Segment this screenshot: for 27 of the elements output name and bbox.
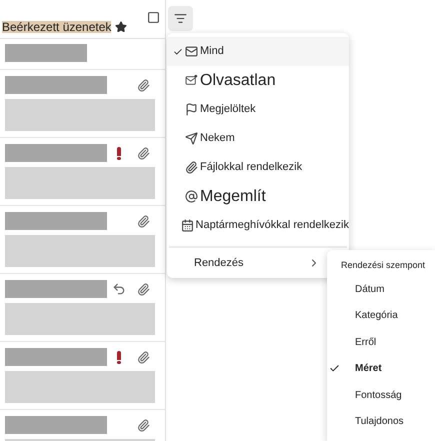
sort-option[interactable]: Méret xyxy=(313,356,435,382)
filter-menu-item[interactable]: Mind xyxy=(167,37,349,66)
filter-menu-item[interactable]: Nekem xyxy=(167,124,349,153)
calendar-icon xyxy=(180,219,194,232)
filter-menu-item[interactable]: Fájlokkal rendelkezik xyxy=(167,153,349,182)
folder-title: Beérkezett üzenetek xyxy=(2,21,112,33)
filter-menu-item[interactable]: Megjelöltek xyxy=(167,95,349,124)
sort-option[interactable]: Tulajdonos xyxy=(313,408,435,435)
at-sign-icon xyxy=(185,190,198,203)
sort-option[interactable]: Fontosság xyxy=(313,382,435,408)
sort-menu-heading: Rendezési szempont xyxy=(340,259,426,271)
check-icon xyxy=(173,46,183,56)
paperclip-icon xyxy=(185,161,198,174)
select-icon[interactable] xyxy=(147,11,160,24)
envelope-icon xyxy=(185,45,198,58)
sort-option[interactable]: Dátum xyxy=(313,276,435,302)
filter-icon xyxy=(174,12,187,25)
filter-button[interactable] xyxy=(168,6,193,31)
flag-icon xyxy=(185,103,198,116)
filter-menu-item[interactable]: Megemlít xyxy=(167,182,349,211)
star-icon[interactable] xyxy=(115,21,128,33)
filter-menu-item[interactable]: Naptármeghívókkal rendelkezik xyxy=(167,211,349,240)
send-icon xyxy=(185,132,198,145)
sort-menu-item[interactable]: Rendezés xyxy=(167,248,330,278)
sort-option[interactable]: Kategória xyxy=(313,302,435,329)
sort-option[interactable]: Erről xyxy=(313,329,435,356)
filter-menu-item[interactable]: Olvasatlan xyxy=(167,66,349,95)
